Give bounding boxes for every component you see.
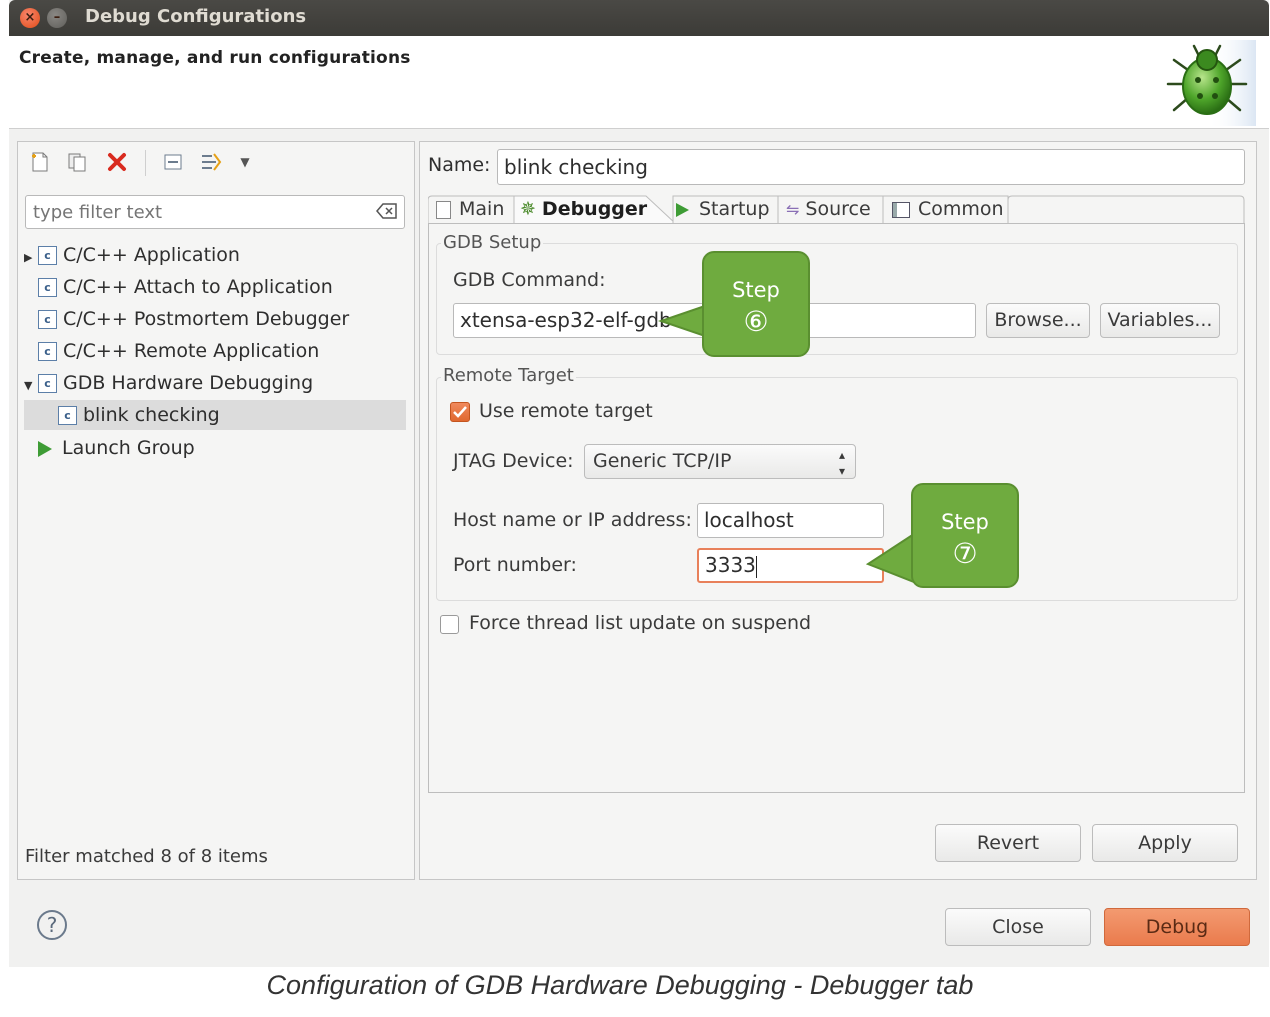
filter-input[interactable] [31,201,375,224]
c-config-icon: c [38,310,57,329]
launch-group-icon [38,440,52,457]
debug-bug-icon [1166,40,1256,126]
duplicate-icon[interactable] [66,151,88,173]
window-title: Debug Configurations [85,6,307,27]
filter-status-text: Filter matched 8 of 8 items [25,846,268,867]
name-field[interactable]: blink checking [497,149,1245,185]
tab-common[interactable]: Common [892,194,1004,224]
jtag-device-label: JTAG Device: [453,450,574,472]
step-7-callout: Step ⑦ [911,483,1019,588]
revert-button[interactable]: Revert [935,824,1081,862]
tab-source[interactable]: ⇋ Source [786,194,871,224]
tree-item-gdb-hardware[interactable]: ▼ c GDB Hardware Debugging [24,368,313,398]
host-label: Host name or IP address: [453,509,692,531]
tab-startup[interactable]: Startup [676,194,770,224]
c-config-icon: c [38,278,57,297]
remote-target-title: Remote Target [441,365,576,386]
force-thread-update-label[interactable]: Force thread list update on suspend [469,612,811,634]
tree-item-cpp-attach[interactable]: c C/C++ Attach to Application [24,272,333,302]
view-menu-dropdown-icon[interactable]: ▼ [234,151,256,173]
checkmark-icon [453,406,467,418]
browse-button[interactable]: Browse... [986,303,1090,338]
page-icon [436,200,451,219]
tab-main[interactable]: Main [436,194,504,224]
tree-item-blink-checking[interactable]: c blink checking [24,400,406,430]
force-thread-update-checkbox[interactable] [440,615,459,634]
expand-arrow-icon[interactable]: ▶ [24,243,38,273]
debug-button[interactable]: Debug [1104,908,1250,946]
close-icon: × [24,10,36,25]
step-6-callout: Step ⑥ [702,251,810,357]
gdb-setup-title: GDB Setup [441,232,544,253]
banner-text: Create, manage, and run configurations [19,48,411,68]
c-config-icon: c [38,374,57,393]
figure-caption: Configuration of GDB Hardware Debugging … [266,970,974,1000]
variables-button[interactable]: Variables... [1100,303,1220,338]
debugger-bug-icon: ✵ [520,198,536,220]
host-field[interactable]: localhost [697,503,884,538]
toolbar-separator [145,150,146,176]
source-lookup-icon: ⇋ [786,200,800,219]
new-configuration-icon[interactable] [29,151,51,173]
gdb-command-label: GDB Command: [453,269,606,291]
gdb-setup-group [436,243,1238,355]
help-icon[interactable]: ? [37,910,67,940]
tree-item-cpp-application[interactable]: ▶ c C/C++ Application [24,240,240,270]
common-tab-icon [892,201,910,218]
use-remote-target-checkbox[interactable] [450,402,470,422]
delete-icon[interactable] [106,151,128,173]
text-cursor [755,555,757,578]
port-label: Port number: [453,554,577,576]
run-arrow-icon [676,202,689,217]
c-config-icon: c [38,246,57,265]
collapse-arrow-icon[interactable]: ▼ [24,371,38,401]
apply-button[interactable]: Apply [1092,824,1238,862]
tree-item-launch-group[interactable]: Launch Group [24,433,195,463]
minimize-icon: – [53,10,61,25]
name-label: Name: [428,154,491,176]
filter-field[interactable] [25,195,405,229]
window-minimize-button[interactable]: – [47,8,67,28]
tree-item-cpp-remote[interactable]: c C/C++ Remote Application [24,336,319,366]
c-config-icon: c [58,406,77,425]
close-button[interactable]: Close [945,908,1091,946]
tab-debugger[interactable]: ✵ Debugger [520,194,647,224]
c-config-icon: c [38,342,57,361]
filter-configurations-icon[interactable] [200,151,222,173]
collapse-all-icon[interactable] [162,151,184,173]
select-arrows-icon: ▴ ▾ [838,448,845,478]
tree-item-cpp-postmortem[interactable]: c C/C++ Postmortem Debugger [24,304,349,334]
window-close-button[interactable]: × [20,8,40,28]
clear-filter-icon[interactable] [376,202,398,222]
jtag-device-select[interactable]: Generic TCP/IP ▴ ▾ [584,444,856,479]
port-field[interactable]: 3333 [697,548,884,583]
use-remote-target-label[interactable]: Use remote target [479,400,653,422]
